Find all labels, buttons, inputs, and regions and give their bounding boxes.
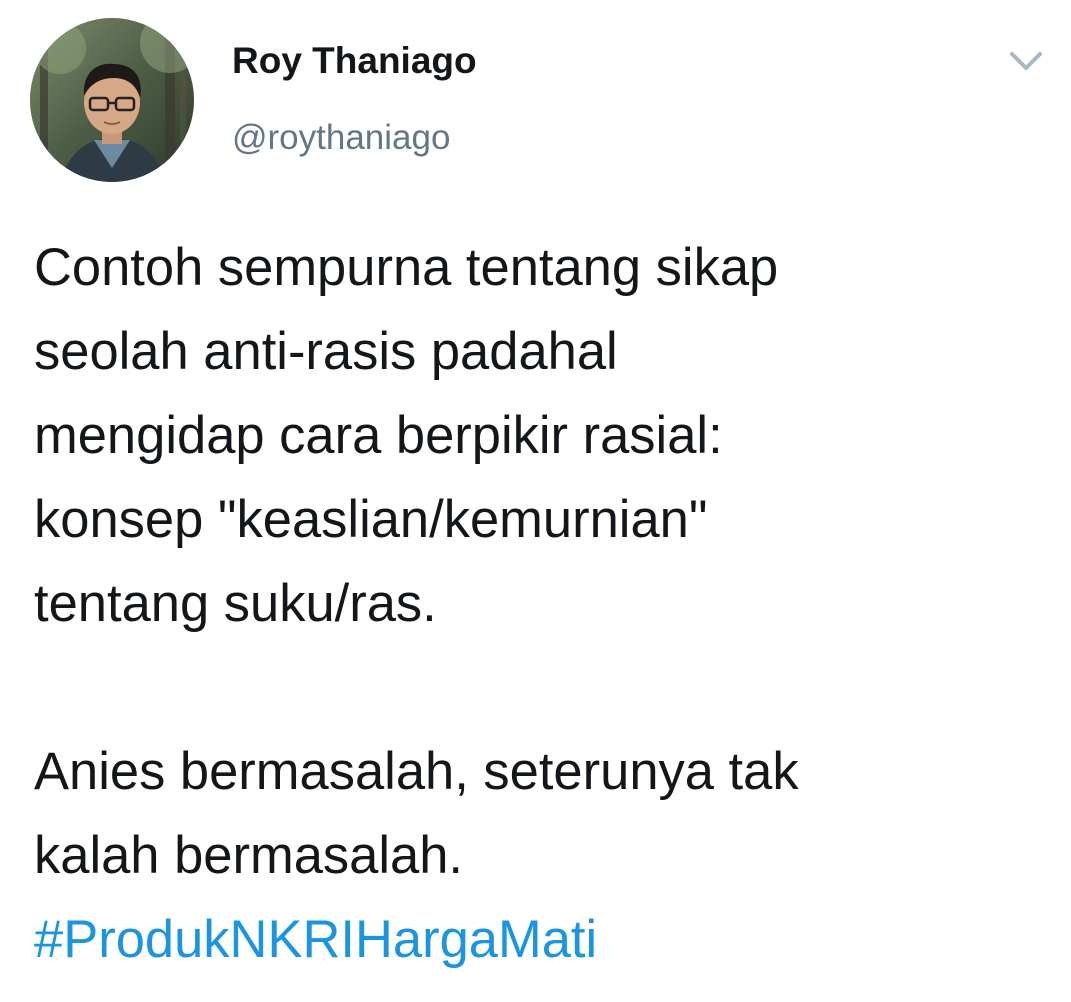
- paragraph-break: [34, 646, 1044, 730]
- profile-photo-icon: [30, 18, 194, 182]
- tweet-text-line: kalah bermasalah.: [34, 826, 463, 885]
- hashtag-link[interactable]: #ProdukNKRIHargaMati: [34, 898, 1044, 982]
- tweet-card: Roy Thaniago @roythaniago Contoh sempurn…: [0, 0, 1071, 1002]
- tweet-text-line: Anies bermasalah, seterunya tak: [34, 742, 799, 801]
- tweet-text-line: tentang suku/ras.: [34, 574, 437, 633]
- user-handle[interactable]: @roythaniago: [232, 118, 450, 158]
- chevron-down-icon: [1010, 52, 1042, 70]
- avatar[interactable]: [30, 18, 194, 182]
- tweet-text-line: mengidap cara berpikir rasial:: [34, 406, 723, 465]
- tweet-text-line: konsep "keaslian/kemurnian": [34, 490, 708, 549]
- display-name[interactable]: Roy Thaniago: [232, 40, 477, 82]
- tweet-text-line: seolah anti-rasis padahal: [34, 322, 618, 381]
- tweet-menu-button[interactable]: [1004, 44, 1048, 80]
- tweet-text: Contoh sempurna tentang sikap seolah ant…: [34, 226, 1044, 982]
- tweet-text-line: Contoh sempurna tentang sikap: [34, 238, 779, 297]
